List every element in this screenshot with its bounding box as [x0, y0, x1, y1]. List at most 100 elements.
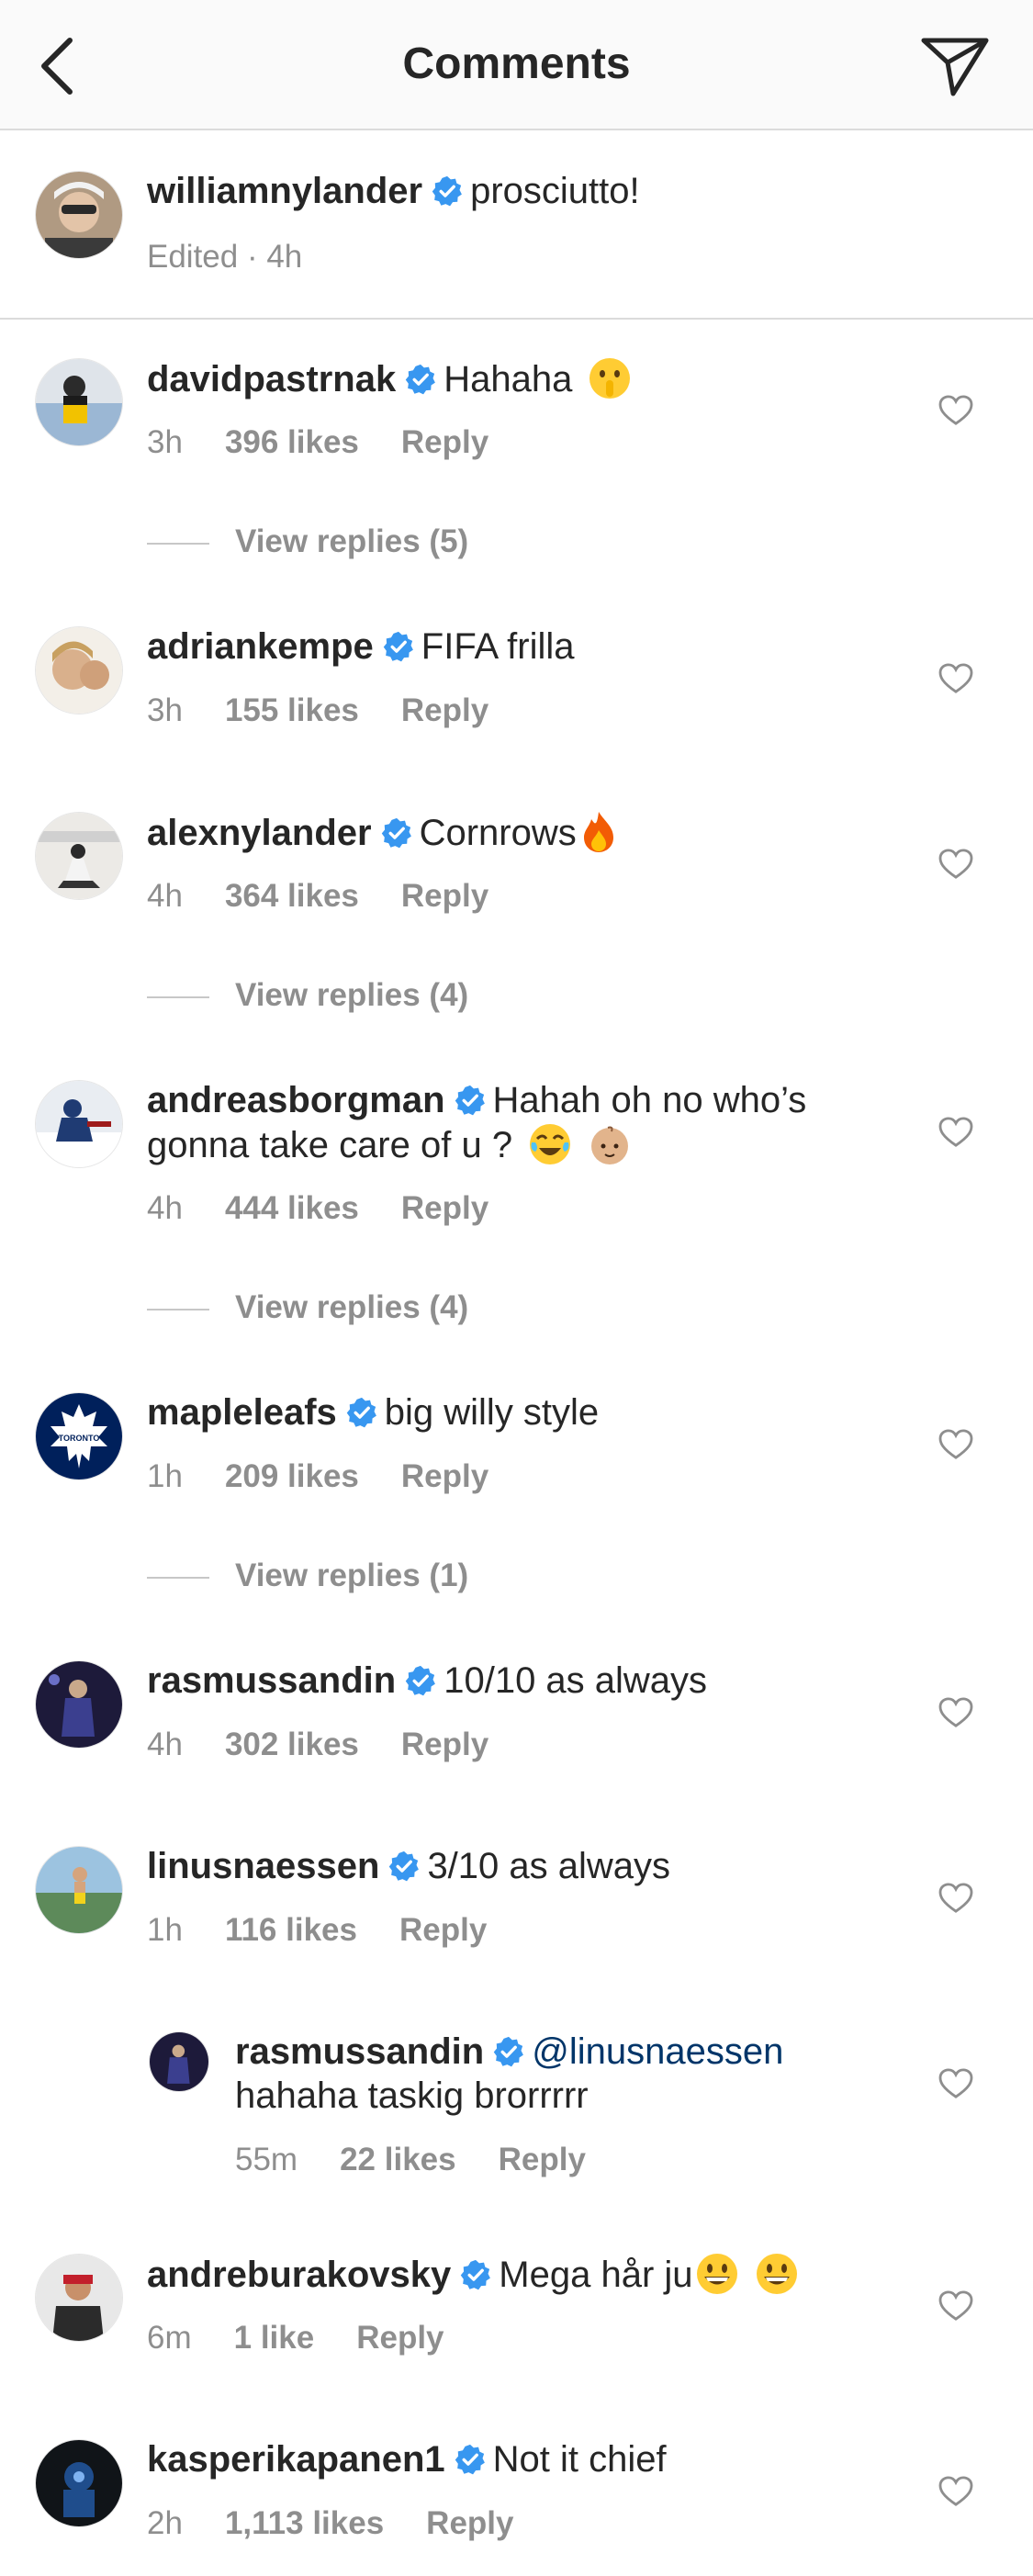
caption-body: prosciutto! — [470, 171, 640, 211]
comment-body: FIFA frilla — [421, 626, 575, 667]
view-replies-label: View replies (4) — [235, 977, 469, 1013]
like-count[interactable]: 396 likes — [225, 424, 359, 460]
username[interactable]: davidpastrnak — [147, 359, 396, 399]
verified-badge-icon — [493, 2036, 524, 2067]
comment-time: 4h — [147, 1190, 183, 1226]
fire-emoji-icon — [577, 810, 621, 854]
baby-emoji-icon — [588, 1122, 632, 1166]
heart-outline-icon[interactable] — [938, 2290, 973, 2322]
reply-button[interactable]: Reply — [401, 878, 488, 914]
view-replies-button[interactable]: View replies (5) — [147, 523, 468, 560]
comment-time: 4h — [147, 1727, 183, 1762]
svg-text:TORONTO: TORONTO — [59, 1434, 100, 1443]
divider-line — [147, 1576, 209, 1579]
reply-button[interactable]: Reply — [499, 2142, 586, 2177]
verified-badge-icon — [381, 817, 412, 849]
verified-badge-icon — [388, 1850, 420, 1882]
username[interactable]: andreburakovsky — [147, 2255, 451, 2295]
heart-outline-icon[interactable] — [938, 1697, 973, 1728]
view-replies-button[interactable]: View replies (1) — [147, 1558, 468, 1594]
comment-body: 10/10 as always — [444, 1660, 708, 1701]
reply-button[interactable]: Reply — [399, 1912, 487, 1948]
heart-outline-icon[interactable] — [938, 2068, 973, 2099]
divider-line — [147, 1308, 209, 1310]
view-replies-button[interactable]: View replies (4) — [147, 977, 468, 1014]
username[interactable]: linusnaessen — [147, 1846, 379, 1886]
heart-outline-icon[interactable] — [938, 2476, 973, 2507]
reply-button[interactable]: Reply — [401, 424, 488, 460]
like-count[interactable]: 302 likes — [225, 1727, 359, 1762]
like-count[interactable]: 209 likes — [225, 1458, 359, 1494]
reply-button[interactable]: Reply — [356, 2320, 444, 2356]
verified-badge-icon — [383, 631, 414, 662]
comment-time: 1h — [147, 1912, 183, 1948]
view-replies-label: View replies (1) — [235, 1558, 469, 1593]
reply-button[interactable]: Reply — [401, 692, 488, 728]
heart-outline-icon[interactable] — [938, 1883, 973, 1914]
reply-button[interactable]: Reply — [401, 1190, 488, 1226]
avatar[interactable] — [35, 1660, 123, 1749]
avatar[interactable] — [35, 626, 123, 714]
heart-outline-icon[interactable] — [938, 663, 973, 694]
heart-outline-icon[interactable] — [938, 849, 973, 880]
avatar[interactable] — [35, 1080, 123, 1168]
view-replies-button[interactable]: View replies (4) — [147, 1289, 468, 1326]
avatar[interactable] — [35, 358, 123, 446]
paper-plane-icon[interactable] — [918, 35, 992, 99]
view-replies-label: View replies (4) — [235, 1289, 469, 1325]
verified-badge-icon — [346, 1397, 377, 1428]
comment-body: big willy style — [384, 1392, 600, 1433]
reply-button[interactable]: Reply — [401, 1727, 488, 1762]
avatar[interactable] — [35, 812, 123, 900]
username[interactable]: rasmussandin — [147, 1660, 396, 1701]
username[interactable]: alexnylander — [147, 813, 372, 853]
divider-line — [147, 996, 209, 998]
username[interactable]: rasmussandin — [235, 2031, 484, 2072]
reply-button[interactable]: Reply — [426, 2505, 513, 2541]
verified-badge-icon — [455, 1085, 486, 1116]
username[interactable]: williamnylander — [147, 171, 422, 211]
heart-outline-icon[interactable] — [938, 395, 973, 426]
avatar[interactable] — [35, 1846, 123, 1934]
avatar[interactable] — [149, 2031, 209, 2092]
verified-badge-icon — [455, 2444, 486, 2475]
like-count[interactable]: 444 likes — [225, 1190, 359, 1226]
like-count[interactable]: 155 likes — [225, 692, 359, 728]
caption-text: williamnylander prosciutto! — [147, 169, 881, 213]
avatar[interactable] — [35, 2254, 123, 2342]
comment-time: 3h — [147, 692, 183, 728]
view-replies-label: View replies (5) — [235, 523, 469, 559]
divider-line — [147, 542, 209, 545]
verified-badge-icon — [405, 364, 436, 395]
heart-outline-icon[interactable] — [938, 1117, 973, 1148]
like-count[interactable]: 22 likes — [340, 2142, 456, 2177]
tears-of-joy-emoji-icon — [528, 1122, 572, 1166]
grinning-face-emoji-icon — [695, 2252, 739, 2296]
comment-body: Mega hår ju — [499, 2255, 693, 2295]
like-count[interactable]: 364 likes — [225, 878, 359, 914]
username[interactable]: mapleleafs — [147, 1392, 337, 1433]
verified-badge-icon — [432, 175, 463, 207]
page-title: Comments — [402, 39, 631, 88]
avatar[interactable] — [35, 2439, 123, 2527]
username[interactable]: andreasborgman — [147, 1080, 445, 1120]
username[interactable]: kasperikapanen1 — [147, 2439, 445, 2480]
caption-meta: Edited · 4h — [147, 239, 303, 275]
comment-time: 2h — [147, 2505, 183, 2541]
like-count[interactable]: 1,113 likes — [225, 2505, 384, 2541]
post-caption: williamnylander prosciutto! Edited · 4h — [0, 129, 1033, 320]
leafs-logo-avatar[interactable]: TORONTO — [35, 1392, 123, 1480]
header-bar: Comments — [0, 0, 1033, 130]
avatar[interactable] — [35, 171, 123, 259]
comment-time: 3h — [147, 424, 183, 460]
like-count[interactable]: 116 likes — [225, 1912, 357, 1948]
heart-outline-icon[interactable] — [938, 1429, 973, 1460]
verified-badge-icon — [405, 1665, 436, 1696]
comment-body: 3/10 as always — [427, 1846, 671, 1886]
like-count[interactable]: 1 like — [234, 2320, 315, 2356]
comment-time: 55m — [235, 2142, 298, 2177]
comment-body: Cornrows — [419, 813, 577, 853]
username[interactable]: adriankempe — [147, 626, 374, 667]
reply-button[interactable]: Reply — [401, 1458, 488, 1494]
mention-link[interactable]: @linusnaessen — [532, 2031, 783, 2072]
